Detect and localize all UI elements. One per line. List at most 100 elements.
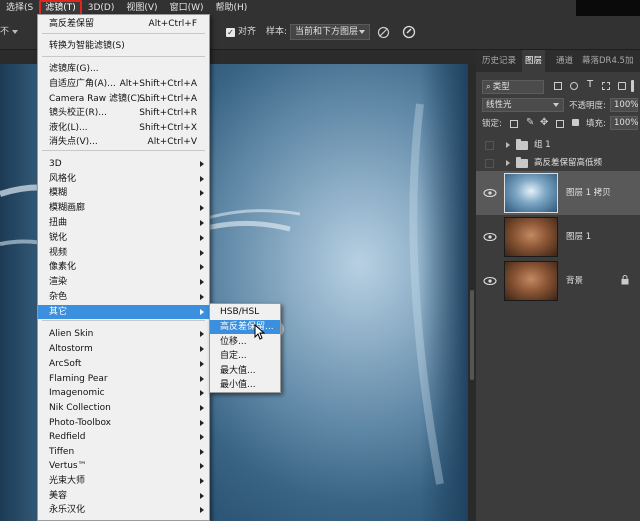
submenu-item[interactable]: 最小值... bbox=[210, 378, 280, 392]
menu-help[interactable]: 帮助(H) bbox=[209, 0, 253, 16]
sample-select[interactable]: 当前和下方图层 bbox=[290, 24, 370, 40]
layer-row-selected[interactable]: 图层 1 拷贝 bbox=[476, 171, 640, 215]
submenu-item[interactable]: 位移... bbox=[210, 335, 280, 349]
chevron-right-icon bbox=[200, 235, 204, 241]
tab-history[interactable]: 历史记录 bbox=[482, 50, 516, 72]
filter-menu-item[interactable]: 模糊画廊 bbox=[38, 201, 209, 215]
eye-icon[interactable] bbox=[483, 276, 497, 286]
layer-row[interactable]: 背景 bbox=[476, 259, 640, 303]
ignore-adjustment-icon[interactable] bbox=[377, 26, 390, 39]
chevron-right-icon bbox=[200, 361, 204, 367]
filter-menu-item[interactable]: 杂色 bbox=[38, 290, 209, 304]
lock-image-icon[interactable]: ✎ bbox=[526, 117, 534, 128]
filter-menu-item[interactable]: 转换为智能滤镜(S) bbox=[38, 39, 209, 53]
filter-menu-item[interactable]: 其它 bbox=[38, 305, 209, 319]
filter-menu-item[interactable]: 美容 bbox=[38, 489, 209, 503]
menu-item-label: 锐化 bbox=[49, 233, 68, 243]
menu-item-label: 扭曲 bbox=[49, 218, 68, 228]
submenu-item[interactable]: 最大值... bbox=[210, 364, 280, 378]
menu-select[interactable]: 选择(S bbox=[0, 0, 39, 16]
chevron-right-icon bbox=[200, 478, 204, 484]
filter-menu-item[interactable]: Flaming Pear bbox=[38, 372, 209, 386]
filter-menu-item[interactable]: ArcSoft bbox=[38, 357, 209, 371]
filter-menu-item[interactable]: 高反差保留 Alt+Ctrl+F bbox=[38, 17, 209, 31]
filter-menu-item[interactable]: 消失点(V)... Alt+Ctrl+V bbox=[38, 135, 209, 149]
filter-menu-item[interactable]: 自适应广角(A)... Alt+Shift+Ctrl+A bbox=[38, 77, 209, 91]
submenu-item[interactable]: 自定... bbox=[210, 349, 280, 363]
filter-menu-item[interactable]: Altostorm bbox=[38, 342, 209, 356]
layer-kind-filter[interactable]: ⌕ 类型 bbox=[482, 80, 544, 94]
chevron-right-icon bbox=[200, 264, 204, 270]
shape-filter-icon[interactable] bbox=[602, 82, 610, 90]
opacity-field[interactable]: 100% bbox=[610, 98, 638, 112]
filter-menu-item[interactable]: Imagenomic bbox=[38, 386, 209, 400]
menu-item-shortcut: Alt+Shift+Ctrl+A bbox=[119, 79, 197, 89]
layer-group-row[interactable]: 高反差保留高低频 bbox=[476, 154, 640, 172]
lock-transparent-icon[interactable] bbox=[510, 120, 518, 128]
fill-field[interactable]: 100% bbox=[610, 116, 638, 130]
filter-menu-item[interactable]: Redfield bbox=[38, 430, 209, 444]
submenu-item[interactable]: HSB/HSL bbox=[210, 305, 280, 319]
filter-menu-item[interactable]: 扭曲 bbox=[38, 216, 209, 230]
options-left-text: 不 bbox=[0, 27, 10, 37]
type-filter-icon[interactable]: T bbox=[587, 79, 593, 90]
fill-value: 100% bbox=[614, 118, 639, 128]
tab-plugin[interactable]: 幕落DR4.5加 bbox=[582, 50, 633, 72]
filter-menu-item[interactable]: Alien Skin bbox=[38, 327, 209, 341]
filter-menu-item[interactable]: 风格化 bbox=[38, 172, 209, 186]
filter-menu-item[interactable]: Vertus™ bbox=[38, 459, 209, 473]
filter-menu-item[interactable]: Tiffen bbox=[38, 445, 209, 459]
layer-row[interactable]: 图层 1 bbox=[476, 215, 640, 259]
menu-item-label: Altostorm bbox=[49, 344, 93, 354]
layer-name: 图层 1 bbox=[566, 232, 592, 242]
chevron-right-icon bbox=[200, 376, 204, 382]
filter-menu-item[interactable]: Nik Collection bbox=[38, 401, 209, 415]
submenu-item[interactable]: 高反差保留... bbox=[210, 320, 280, 334]
chevron-right-icon[interactable] bbox=[506, 142, 510, 148]
lock-artboard-icon[interactable] bbox=[556, 120, 564, 128]
eye-icon[interactable] bbox=[483, 232, 497, 242]
chevron-right-icon[interactable] bbox=[506, 160, 510, 166]
blend-mode-select[interactable]: 线性光 bbox=[482, 98, 564, 112]
layer-group-row[interactable]: 组 1 bbox=[476, 136, 640, 154]
menu-item-label: 消失点(V)... bbox=[49, 137, 98, 147]
filter-menu-item[interactable]: 永乐汉化 bbox=[38, 503, 209, 517]
tab-layers[interactable]: 图层 bbox=[522, 50, 546, 72]
filter-menu-item[interactable]: 液化(L)... Shift+Ctrl+X bbox=[38, 121, 209, 135]
menu-item-label: 镜头校正(R)... bbox=[49, 108, 107, 118]
lock-position-icon[interactable]: ✥ bbox=[540, 117, 548, 128]
fill-label: 填充: bbox=[586, 119, 606, 129]
filter-menu-item[interactable]: 滤镜库(G)... bbox=[38, 62, 209, 76]
filter-menu-item[interactable]: 模糊 bbox=[38, 186, 209, 200]
pixel-filter-icon[interactable] bbox=[554, 82, 562, 90]
adjustment-filter-icon[interactable] bbox=[570, 82, 578, 90]
filter-menu-item[interactable]: 像素化 bbox=[38, 260, 209, 274]
smart-object-filter-icon[interactable] bbox=[618, 82, 626, 90]
eye-icon[interactable] bbox=[483, 188, 497, 198]
filter-toggle-icon[interactable] bbox=[631, 80, 634, 92]
menu-item-label: 3D bbox=[49, 159, 62, 169]
filter-menu-item[interactable]: 3D bbox=[38, 157, 209, 171]
tab-channels[interactable]: 通道 bbox=[556, 50, 573, 72]
filter-menu-item[interactable]: 渲染 bbox=[38, 275, 209, 289]
menu-item-label: 永乐汉化 bbox=[49, 505, 86, 515]
scrollbar-thumb[interactable] bbox=[470, 290, 474, 380]
menu-item-shortcut: Alt+Ctrl+F bbox=[148, 19, 197, 29]
filter-menu-item[interactable]: 光束大师 bbox=[38, 474, 209, 488]
visibility-empty-icon[interactable] bbox=[485, 141, 494, 150]
chevron-down-icon bbox=[553, 103, 559, 107]
filter-menu-item[interactable]: Camera Raw 滤镜(C)... Shift+Ctrl+A bbox=[38, 92, 209, 106]
visibility-empty-icon[interactable] bbox=[485, 159, 494, 168]
sample-value: 当前和下方图层 bbox=[295, 27, 359, 37]
lock-all-icon[interactable] bbox=[572, 119, 579, 126]
chevron-down-icon[interactable] bbox=[12, 30, 18, 34]
filter-menu-item[interactable]: 锐化 bbox=[38, 231, 209, 245]
filter-menu-item[interactable]: 视频 bbox=[38, 246, 209, 260]
chevron-right-icon bbox=[200, 294, 204, 300]
chevron-right-icon bbox=[200, 493, 204, 499]
pressure-brush-icon[interactable] bbox=[402, 25, 416, 39]
filter-menu-item[interactable]: Photo-Toolbox bbox=[38, 416, 209, 430]
layer-name: 背景 bbox=[566, 276, 584, 286]
filter-menu-item[interactable]: 镜头校正(R)... Shift+Ctrl+R bbox=[38, 106, 209, 120]
align-checkbox[interactable]: ✓ 对齐 bbox=[226, 25, 256, 39]
